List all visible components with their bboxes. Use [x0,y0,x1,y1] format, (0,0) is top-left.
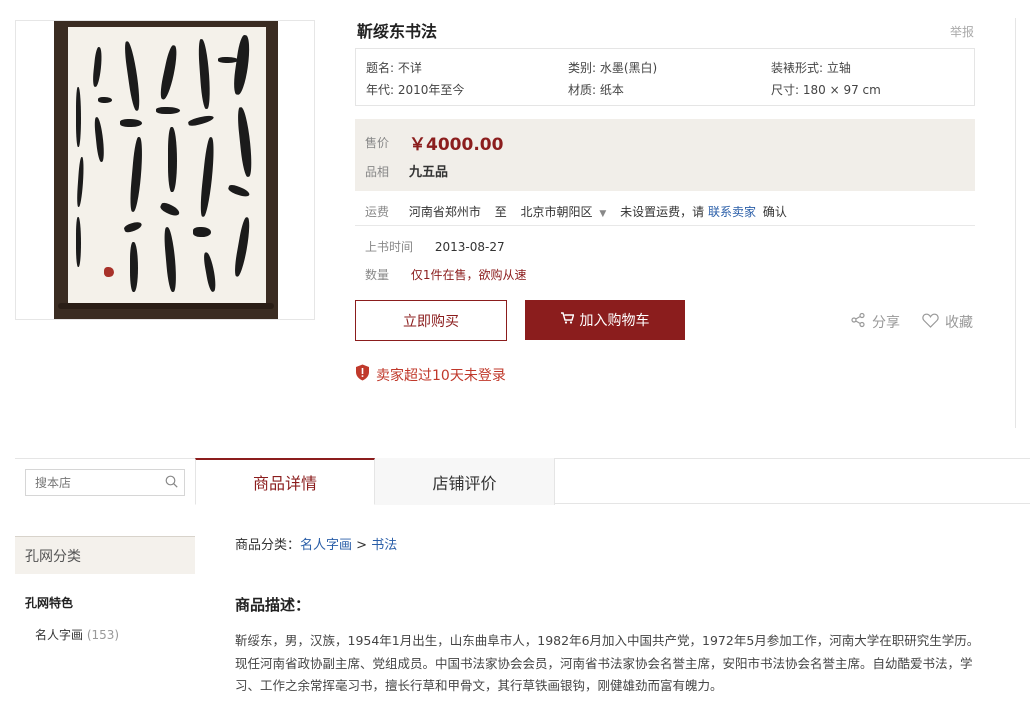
shipping-to-word: 至 [494,205,507,219]
attr-category: 类别: 水墨(黑白) [568,61,658,75]
divider [355,225,975,226]
shop-search [15,458,195,504]
grade-value: 九五品 [409,165,449,180]
shipping-label: 运费 [365,205,390,219]
report-link[interactable]: 举报 [950,23,974,40]
price-label: 售价 [365,136,390,150]
shop-search-input[interactable] [25,469,185,496]
seller-inactive-warning: 卖家超过10天未登录 [355,364,506,385]
favorite-label: 收藏 [945,315,973,331]
attribute-table: 题名: 不详 类别: 水墨(黑白) 装裱形式: 立轴 年代: 2010年至今 材… [355,48,975,106]
description-body: 靳绥东，男，汉族，1954年1月出生，山东曲阜市人，1982年6月加入中国共产党… [235,633,980,693]
quantity-value: 仅1件在售，欲购从速 [410,268,527,282]
category-item-label: 名人字画 [35,628,84,642]
shipping-row: 运费 河南省郑州市 至 北京市朝阳区 ▼ 未设置运费，请 联系卖家 确认 [365,203,787,220]
warning-text: 卖家超过10天未登录 [376,367,506,384]
heart-icon [922,313,939,332]
share-icon [850,312,866,332]
quantity-label: 数量 [365,268,390,282]
right-side-panel [1015,18,1030,428]
add-to-cart-button[interactable]: 加入购物车 [525,300,685,340]
product-image-frame[interactable] [15,20,315,320]
product-title: 靳绥东书法 [357,22,438,41]
attr-title: 题名: 不详 [366,61,422,75]
attr-size: 尺寸: 180 × 97 cm [771,83,881,97]
shipping-note-pre: 未设置运费，请 [620,205,705,219]
attr-material: 材质: 纸本 [568,83,624,97]
quantity-row: 数量 仅1件在售，欲购从速 [365,266,526,283]
share-label: 分享 [872,315,900,331]
shipping-destination-select[interactable]: 北京市朝阳区 ▼ [521,205,611,219]
breadcrumb-prefix: 商品分类： [235,538,301,553]
breadcrumb-subcategory-link[interactable]: 书法 [371,538,397,553]
buy-now-button[interactable]: 立即购买 [355,300,507,341]
listed-row: 上书时间 2013-08-27 [365,238,505,255]
attr-mounting: 装裱形式: 立轴 [771,61,851,75]
favorite-button[interactable]: 收藏 [922,312,973,332]
category-item-count: (153) [86,628,120,642]
shield-alert-icon [355,364,370,385]
description-title: 商品描述： [235,596,311,614]
search-icon[interactable] [165,475,178,491]
detail-tabs: 商品详情 店铺评价 [195,458,1030,505]
category-item[interactable]: 名人字画 (153) [35,626,119,643]
breadcrumb-separator: > [352,538,372,553]
tab-product-details[interactable]: 商品详情 [195,458,375,505]
shipping-destination: 北京市朝阳区 [520,205,593,219]
attr-era: 年代: 2010年至今 [366,83,465,97]
listed-label: 上书时间 [365,240,414,254]
category-group-title: 孔网特色 [25,596,74,610]
shipping-note-post: 确认 [762,205,787,219]
contact-seller-link[interactable]: 联系卖家 [708,205,756,219]
category-header: 孔网分类 [15,536,195,574]
price-panel: 售价 ￥4000.00 品相 九五品 [355,119,975,191]
scroll-rod [58,303,274,309]
cart-icon [560,312,574,328]
tab-shop-reviews[interactable]: 店铺评价 [375,458,555,505]
caret-down-icon: ▼ [599,209,607,219]
buy-now-label: 立即购买 [403,313,459,330]
breadcrumb-category-link[interactable]: 名人字画 [300,538,352,553]
price-value: ￥4000.00 [409,135,504,155]
calligraphy-scroll [68,27,266,309]
shipping-from: 河南省郑州市 [408,205,481,219]
share-button[interactable]: 分享 [850,312,900,332]
grade-label: 品相 [365,165,390,179]
breadcrumb: 商品分类：名人字画 > 书法 [235,534,397,553]
add-to-cart-label: 加入购物车 [579,313,650,329]
listed-date: 2013-08-27 [434,240,505,254]
product-photo[interactable] [54,21,278,319]
